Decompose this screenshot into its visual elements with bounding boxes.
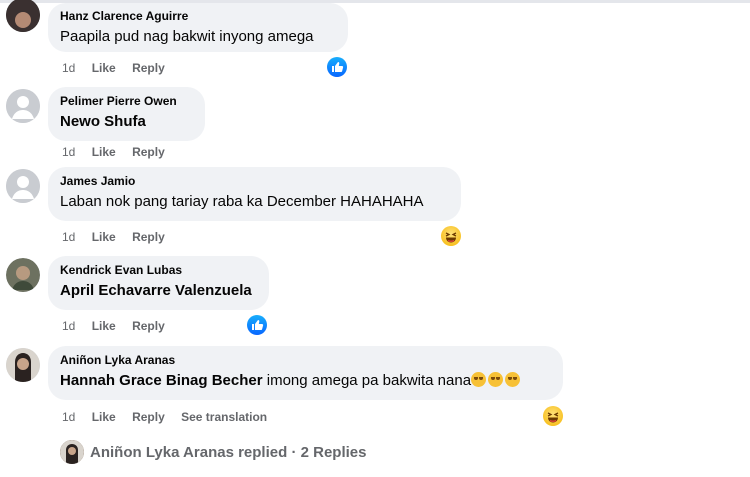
comment-time[interactable]: 1d — [62, 230, 75, 244]
comment-author[interactable]: James Jamio — [60, 174, 449, 189]
comment-body: imong amega pa bakwita nana — [262, 372, 472, 389]
comment-actions: 1d Like Reply — [62, 230, 178, 245]
comment-author[interactable]: Hanz Clarence Aguirre — [60, 9, 336, 24]
replies-label[interactable]: Aniñon Lyka Aranas replied · 2 Replies — [90, 444, 366, 461]
comment-bubble: James Jamio Laban nok pang tariay raba k… — [48, 167, 461, 221]
avatar[interactable] — [6, 89, 40, 123]
avatar[interactable] — [6, 0, 40, 32]
like-icon[interactable] — [247, 315, 267, 335]
crying-face-icon — [488, 372, 504, 387]
avatar[interactable] — [6, 258, 40, 292]
comment-time[interactable]: 1d — [62, 319, 75, 333]
comment-author[interactable]: Aniñon Lyka Aranas — [60, 353, 551, 368]
mentioned-user[interactable]: Hannah Grace Binag Becher — [60, 372, 263, 389]
see-translation-link[interactable]: See translation — [181, 410, 267, 424]
like-button[interactable]: Like — [92, 230, 116, 244]
reply-button[interactable]: Reply — [132, 61, 165, 75]
comment-text: Laban nok pang tariay raba ka December H… — [60, 193, 424, 210]
like-button[interactable]: Like — [92, 61, 116, 75]
comment-actions: 1d Like Reply — [62, 145, 178, 160]
avatar[interactable] — [6, 169, 40, 203]
reply-button[interactable]: Reply — [132, 230, 165, 244]
mentioned-user[interactable]: Newo Shufa — [60, 112, 193, 132]
reply-button[interactable]: Reply — [132, 319, 165, 333]
comment-actions: 1d Like Reply — [62, 319, 178, 334]
comment-bubble: Aniñon Lyka Aranas Hannah Grace Binag Be… — [48, 346, 563, 400]
comment-bubble: Hanz Clarence Aguirre Paapila pud nag ba… — [48, 3, 348, 52]
avatar — [60, 440, 84, 464]
mentioned-user[interactable]: April Echavarre Valenzuela — [60, 281, 257, 301]
reply-button[interactable]: Reply — [132, 145, 165, 159]
like-icon[interactable] — [327, 57, 347, 77]
crying-face-icon — [505, 372, 521, 387]
like-button[interactable]: Like — [92, 319, 116, 333]
haha-icon[interactable] — [441, 226, 461, 246]
comment-author[interactable]: Kendrick Evan Lubas — [60, 263, 257, 278]
comment-time[interactable]: 1d — [62, 145, 75, 159]
comment-text: Paapila pud nag bakwit inyong amega — [60, 28, 314, 45]
reply-button[interactable]: Reply — [132, 410, 165, 424]
haha-icon[interactable] — [543, 406, 563, 426]
comment-bubble: Pelimer Pierre Owen Newo Shufa — [48, 87, 205, 141]
comment-time[interactable]: 1d — [62, 410, 75, 424]
avatar[interactable] — [6, 348, 40, 382]
comment-text: Hannah Grace Binag Becher imong amega pa… — [60, 371, 551, 391]
like-button[interactable]: Like — [92, 145, 116, 159]
comment-actions: 1d Like Reply See translation — [62, 410, 280, 425]
comment-author[interactable]: Pelimer Pierre Owen — [60, 94, 193, 109]
crying-face-icon — [471, 372, 487, 387]
comment-actions: 1d Like Reply — [62, 61, 178, 76]
like-button[interactable]: Like — [92, 410, 116, 424]
comment-bubble: Kendrick Evan Lubas April Echavarre Vale… — [48, 256, 269, 310]
comment-time[interactable]: 1d — [62, 61, 75, 75]
